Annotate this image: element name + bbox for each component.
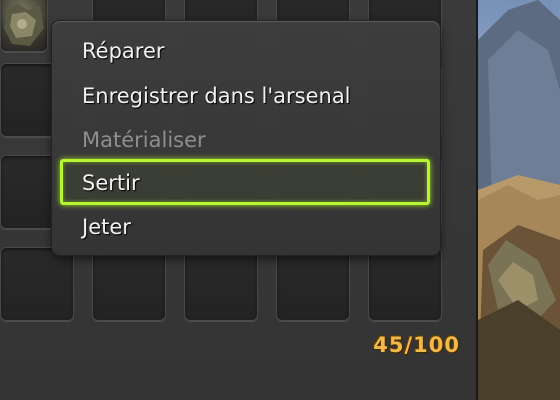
inventory-slot[interactable] [184,247,258,321]
inventory-slot[interactable] [276,247,350,321]
menu-item-discard[interactable]: Jeter [82,207,131,247]
game-screen: 45/100 Réparer Enregistrer dans l'arsena… [0,0,560,400]
inventory-slot[interactable] [92,247,166,321]
game-world-background [478,0,560,400]
menu-item-repair[interactable]: Réparer [82,31,165,71]
armor-item-icon [4,4,44,46]
menu-item-register-armoire[interactable]: Enregistrer dans l'arsenal [82,76,351,116]
item-context-menu: Réparer Enregistrer dans l'arsenal Matér… [52,21,440,255]
menu-item-materialize: Matérialiser [82,128,206,152]
inventory-slot-equipped-item[interactable] [0,0,48,52]
inventory-slot[interactable] [368,247,442,321]
scene-illustration [478,0,560,400]
inventory-slot[interactable] [0,247,74,321]
inventory-count: 45/100 [373,333,460,357]
menu-item-meld[interactable]: Sertir [82,163,140,203]
